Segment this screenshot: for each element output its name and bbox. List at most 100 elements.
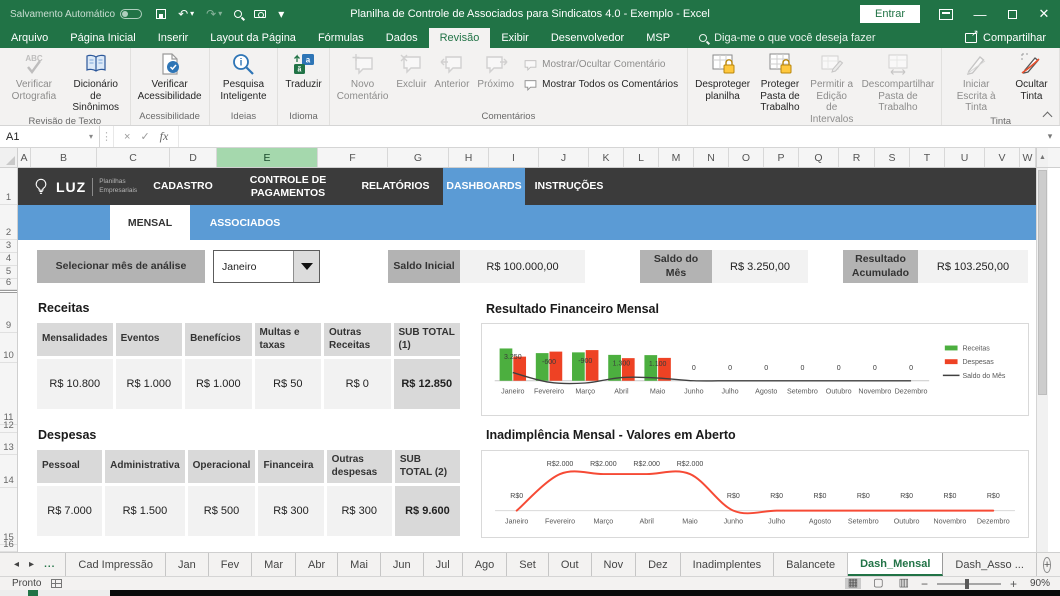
menu-tab-revisao[interactable]: Revisão (429, 28, 491, 48)
column-header-t[interactable]: T (910, 148, 945, 167)
sheet-tab-inadimplentes[interactable]: Inadimplentes (681, 553, 775, 576)
column-header-o[interactable]: O (729, 148, 764, 167)
table-header-cell[interactable]: SUB TOTAL (2) (395, 450, 460, 483)
sheet-tab-dez[interactable]: Dez (636, 553, 681, 576)
undo-button[interactable]: ↶▾ (178, 8, 194, 20)
column-header-d[interactable]: D (170, 148, 217, 167)
column-header-v[interactable]: V (985, 148, 1020, 167)
field-value-saldo-inicial[interactable]: R$ 100.000,00 (460, 250, 585, 283)
table-header-cell[interactable]: Administrativa (105, 450, 184, 483)
column-header-p[interactable]: P (764, 148, 799, 167)
column-header-b[interactable]: B (31, 148, 97, 167)
select-all-corner[interactable] (0, 148, 18, 167)
month-dropdown[interactable]: Janeiro (213, 250, 320, 283)
formula-input[interactable] (179, 126, 1040, 147)
column-header-e[interactable]: E (217, 148, 318, 167)
ribbon-button-proteger-pasta-de-trabalho[interactable]: Proteger Pasta de Trabalho (754, 50, 806, 114)
sheet-tab-out[interactable]: Out (549, 553, 592, 576)
column-header-j[interactable]: J (539, 148, 589, 167)
save-button[interactable] (156, 9, 166, 19)
confirm-entry-icon[interactable]: ✓ (140, 130, 149, 143)
table-value-cell[interactable]: R$ 7.000 (37, 486, 102, 536)
tell-me-search[interactable]: Diga-me o que você deseja fazer (699, 28, 875, 48)
menu-tab-formulas[interactable]: Fórmulas (307, 28, 375, 48)
page-break-view-button[interactable]: ▥ (896, 578, 912, 589)
table-value-cell[interactable]: R$ 1.500 (105, 486, 184, 536)
subtab-associados[interactable]: ASSOCIADOS (190, 205, 300, 240)
column-header-c[interactable]: C (97, 148, 170, 167)
table-header-cell[interactable]: Outras despesas (327, 450, 392, 483)
row-header-15[interactable]: 15 (0, 488, 17, 545)
subtab-mensal[interactable]: MENSAL (110, 205, 190, 240)
sheet-tab-jun[interactable]: Jun (381, 553, 424, 576)
table-header-cell[interactable]: Financeira (258, 450, 323, 483)
nav-tab-relatorios[interactable]: RELATÓRIOS (348, 168, 443, 205)
camera-button[interactable] (254, 10, 266, 18)
autosave-switch-icon[interactable] (120, 9, 142, 19)
autosave-toggle[interactable]: Salvamento Automático (10, 9, 142, 20)
field-value-saldo-do-mes[interactable]: R$ 3.250,00 (712, 250, 808, 283)
menu-tab-exibir[interactable]: Exibir (490, 28, 540, 48)
sheet-tab-nov[interactable]: Nov (592, 553, 637, 576)
ribbon-toggle-mostrar-todos-os-comentarios[interactable]: Mostrar Todos os Comentários (524, 78, 678, 91)
sheet-tab-ago[interactable]: Ago (463, 553, 508, 576)
table-header-cell[interactable]: Pessoal (37, 450, 102, 483)
sheet-tab-dash-asso[interactable]: Dash_Asso ... (943, 553, 1036, 576)
cancel-entry-icon[interactable]: × (124, 131, 130, 143)
page-layout-view-button[interactable]: ▢ (870, 578, 886, 589)
table-value-cell[interactable]: R$ 50 (255, 359, 321, 409)
table-value-cell[interactable]: R$ 0 (324, 359, 390, 409)
column-header-w[interactable]: W (1020, 148, 1036, 167)
ribbon-button-desproteger-planilha[interactable]: Desproteger planilha (691, 50, 754, 102)
row-header-2[interactable]: 2 (0, 205, 17, 240)
table-value-cell[interactable]: R$ 500 (188, 486, 256, 536)
name-box-caret-icon[interactable]: ▾ (89, 132, 93, 141)
column-header-r[interactable]: R (839, 148, 875, 167)
name-box[interactable]: ▾ (0, 126, 100, 147)
sheet-tab-cad-impressao[interactable]: Cad Impressão (65, 553, 166, 576)
menu-tab-dados[interactable]: Dados (375, 28, 429, 48)
sheet-tab-mar[interactable]: Mar (252, 553, 296, 576)
macro-record-icon[interactable] (51, 579, 62, 588)
zoom-in-button[interactable]: + (1010, 578, 1017, 590)
minimize-button[interactable]: — (964, 0, 996, 28)
nav-tab-dashboards[interactable]: DASHBOARDS (443, 168, 525, 205)
vertical-scrollbar-thumb[interactable] (1038, 170, 1047, 395)
column-header-q[interactable]: Q (799, 148, 839, 167)
column-header-n[interactable]: N (694, 148, 729, 167)
row-header-9[interactable]: 9 (0, 293, 17, 333)
ribbon-button-dicionario-de-sinonimos[interactable]: Dicionário de Sinônimos (65, 50, 127, 114)
table-value-cell[interactable]: R$ 12.850 (394, 359, 460, 409)
sheet-tab-jul[interactable]: Jul (424, 553, 463, 576)
table-value-cell[interactable]: R$ 300 (258, 486, 323, 536)
expand-formula-bar-icon[interactable]: ▾ (1040, 126, 1060, 147)
column-header-a[interactable]: A (18, 148, 31, 167)
dropdown-arrow-icon[interactable] (293, 251, 319, 282)
sheet-tab-set[interactable]: Set (507, 553, 549, 576)
row-header-12[interactable]: 12 (0, 425, 17, 433)
nav-tab-instrucoes[interactable]: INSTRUÇÕES (525, 168, 613, 205)
zoom-level[interactable]: 90% (1026, 578, 1050, 589)
nav-tab-cadastro[interactable]: CADASTRO (138, 168, 228, 205)
row-header-10[interactable]: 10 (0, 333, 17, 363)
ribbon-button-ocultar-tinta[interactable]: Ocultar Tinta (1007, 50, 1056, 102)
inadimplencia-chart[interactable]: JaneiroFevereiroMarçoAbrilMaioJunhoJulho… (481, 450, 1029, 538)
sheet-overflow-indicator[interactable]: ... (44, 559, 55, 570)
table-value-cell[interactable]: R$ 10.800 (37, 359, 113, 409)
sheet-tab-jan[interactable]: Jan (166, 553, 209, 576)
qat-customize-button[interactable]: ▾ (278, 8, 284, 20)
column-header-s[interactable]: S (875, 148, 910, 167)
column-header-k[interactable]: K (589, 148, 624, 167)
name-box-input[interactable] (6, 131, 66, 143)
field-value-resultado-acumulado[interactable]: R$ 103.250,00 (918, 250, 1028, 283)
insert-function-icon[interactable]: fx (160, 129, 169, 144)
menu-tab-layout-da-pagina[interactable]: Layout da Página (199, 28, 307, 48)
ribbon-button-traduzir[interactable]: aãTraduzir (281, 50, 325, 91)
nav-tab-controle-de-pagamentos[interactable]: CONTROLE DE PAGAMENTOS (228, 168, 348, 205)
collapse-ribbon-button[interactable] (1043, 110, 1052, 119)
share-button[interactable]: Compartilhar (983, 32, 1046, 44)
ribbon-button-verificar-acessibilidade[interactable]: Verificar Acessibilidade (134, 50, 206, 102)
ribbon-display-options-button[interactable] (932, 0, 964, 28)
table-value-cell[interactable]: R$ 9.600 (395, 486, 460, 536)
column-header-l[interactable]: L (624, 148, 659, 167)
